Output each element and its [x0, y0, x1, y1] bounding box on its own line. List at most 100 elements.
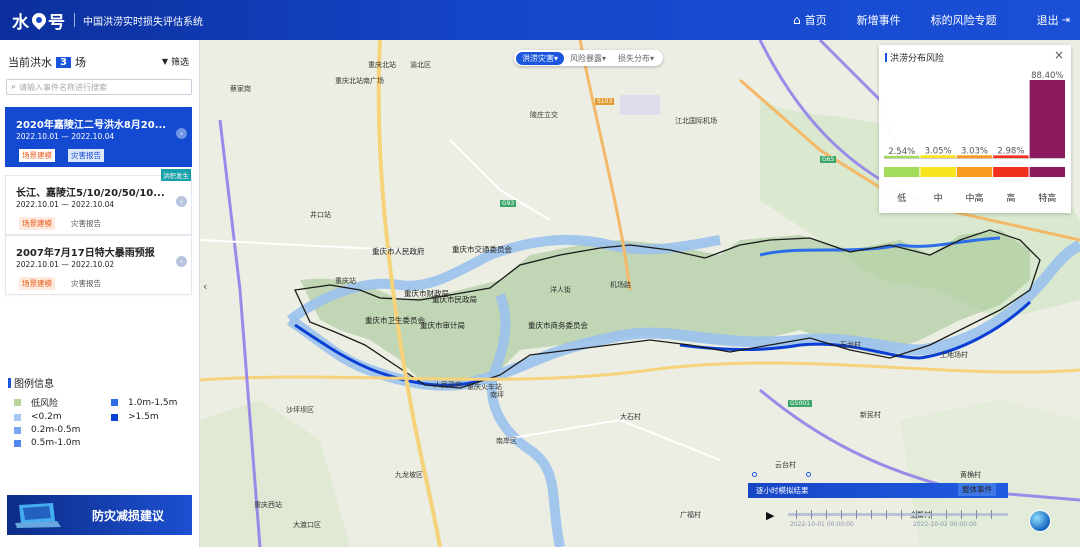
risk-value-label: 3.03% — [961, 146, 988, 156]
risk-bar-chart: 2.54% 低 3.05% 中 3.03% 中高 2.98% 高 88.40% 特高 — [884, 71, 1065, 204]
map-place-label: 渝北区 — [410, 61, 431, 69]
legend-item: <0.2m — [8, 412, 105, 422]
map-place-label: 新民村 — [860, 411, 881, 419]
nav-home-label: 首页 — [804, 14, 827, 27]
map-place-label: 重庆市卫生委员会 — [365, 316, 425, 325]
water-drop-icon — [29, 10, 49, 30]
disaster-report-tag[interactable]: 灾害报告 — [68, 277, 104, 290]
map-place-label: 石龙村 — [840, 341, 861, 349]
scene-model-tag[interactable]: 场景建模 — [19, 217, 55, 230]
scene-model-tag[interactable]: 场景建模 — [19, 149, 55, 162]
legend-swatch — [14, 426, 21, 434]
nav-target-risk[interactable]: 标的风险专题 — [931, 12, 997, 28]
main-nav: ⌂ 首页 新增事件 标的风险专题 — [793, 0, 1027, 40]
event-title: 2020年嘉陵江二号洪水8月20... — [16, 120, 166, 131]
risk-color-strip — [1029, 167, 1065, 177]
timeline-track[interactable] — [788, 510, 1008, 519]
chevron-right-icon[interactable]: › — [176, 128, 187, 139]
legend-label: >1.5m — [128, 412, 159, 422]
map-place-label: 重庆市人民政府 — [372, 247, 425, 256]
scene-model-tag[interactable]: 场景建模 — [19, 277, 55, 290]
disaster-advice-button[interactable]: 防灾减损建议 — [7, 495, 192, 535]
timeline-tick — [871, 510, 872, 519]
legend-item: 低风险 — [8, 396, 105, 409]
event-title: 长江、嘉陵江5/10/20/50/10... — [16, 188, 165, 199]
map-legend: 图例信息 低风险 1.0m-1.5m <0.2m >1.5m 0.2m-0.5m 0.5m… — [8, 375, 193, 448]
risk-category-label: 特高 — [1038, 192, 1056, 204]
risk-category-label: 中高 — [965, 192, 983, 204]
nav-home[interactable]: ⌂ 首页 — [793, 12, 827, 28]
timeline-tick — [916, 510, 917, 519]
app-subtitle: 中国洪涝实时损失评估系统 — [83, 16, 203, 28]
top-bar: 水 号 中国洪涝实时损失评估系统 ⌂ 首页 新增事件 标的风险专题 退出 ⇥ — [0, 0, 1080, 40]
timeline-tick — [886, 510, 887, 519]
collapse-sidebar-icon[interactable]: ‹ — [203, 280, 207, 293]
map-place-label: 广福村 — [680, 511, 701, 519]
map-layer-tabs: 洪涝灾害▾ 风险暴露▾ 损失分布▾ — [514, 50, 664, 66]
legend-item — [105, 425, 193, 435]
filter-icon: ▼ — [161, 57, 168, 66]
event-card-3[interactable]: 2007年7月17日特大暴雨预报 2022.10.01 — 2022.10.02… — [5, 235, 192, 295]
risk-title-text: 洪涝分布风险 — [890, 54, 945, 64]
globe-icon[interactable] — [1029, 510, 1051, 532]
event-card-2[interactable]: 洪积发生 长江、嘉陵江5/10/20/50/10... 2022.10.01 —… — [5, 169, 192, 235]
map-place-label: 重庆站 — [335, 277, 356, 285]
disaster-report-tag[interactable]: 灾害报告 — [68, 149, 104, 162]
map-place-label: 蔡家岗 — [230, 85, 251, 93]
map-place-label: 重庆市交通委员会 — [452, 245, 512, 254]
tab-risk-exposure[interactable]: 风险暴露▾ — [564, 52, 612, 65]
map-place-label: 重庆北站 — [368, 61, 396, 69]
logout-icon: ⇥ — [1061, 14, 1070, 26]
search-icon: ⌕ — [11, 82, 17, 92]
risk-color-strip — [993, 167, 1029, 177]
flood-risk-panel: 洪涝分布风险 × 2.54% 低 3.05% 中 3.03% 中高 2.98% 高 88.40%… — [879, 45, 1071, 213]
risk-category-label: 中 — [934, 192, 943, 204]
map-place-label: 大石村 — [620, 413, 641, 421]
risk-title-bar — [885, 53, 887, 62]
home-icon: ⌂ — [793, 13, 801, 27]
legend-item: 1.0m-1.5m — [105, 396, 193, 409]
event-title: 2007年7月17日特大暴雨预报 — [16, 248, 155, 259]
legend-label: 低风险 — [31, 399, 59, 409]
risk-category-label: 低 — [897, 192, 906, 204]
timeline-tick — [991, 510, 992, 519]
event-sidebar: 当前洪水 3 场 ▼ 筛选 ⌕ 2020年嘉陵江二号洪水8月20... 2022… — [0, 40, 200, 547]
chevron-right-icon[interactable]: › — [176, 196, 187, 207]
tab-loss-distribution[interactable]: 损失分布▾ — [612, 52, 660, 65]
app-logo[interactable]: 水 号 — [12, 8, 66, 33]
risk-category-label: 高 — [1006, 192, 1015, 204]
road-number-tag: G65 — [820, 156, 837, 163]
close-icon[interactable]: × — [1054, 48, 1064, 62]
timeline-handle-right[interactable] — [806, 472, 811, 477]
chevron-right-icon[interactable]: › — [176, 256, 187, 267]
event-date: 2022.10.01 — 2022.10.02 — [16, 260, 115, 269]
road-number-tag: G93 — [500, 200, 517, 207]
legend-swatch — [111, 399, 118, 406]
risk-panel-title: 洪涝分布风险 — [885, 51, 944, 64]
logout-button[interactable]: 退出 ⇥ — [1037, 12, 1070, 28]
event-count-suffix: 场 — [74, 56, 86, 69]
map-place-label: 黄桷村 — [960, 471, 981, 479]
whole-event-button[interactable]: 整体事件 — [958, 483, 996, 496]
play-icon[interactable]: ▶ — [766, 509, 774, 522]
nav-target-risk-label: 标的风险专题 — [930, 14, 997, 27]
event-search-input[interactable] — [19, 82, 180, 92]
event-status-badge: 洪积发生 — [161, 169, 191, 181]
timeline-handle-left[interactable] — [752, 472, 757, 477]
tab-flood-disaster[interactable]: 洪涝灾害▾ — [516, 51, 565, 65]
timeline-tick — [856, 510, 857, 519]
event-card-1[interactable]: 2020年嘉陵江二号洪水8月20... 2022.10.01 — 2022.10… — [5, 107, 192, 167]
map-place-label: 九龙坡区 — [395, 471, 423, 479]
legend-title-bar — [8, 377, 11, 388]
map-place-label: 洋人街 — [550, 286, 571, 294]
timeline-tick — [826, 510, 827, 519]
map-place-label: 机场路 — [610, 281, 631, 289]
event-count-header: 当前洪水 3 场 — [8, 54, 86, 70]
disaster-report-tag[interactable]: 灾害报告 — [68, 217, 104, 230]
legend-item: >1.5m — [105, 412, 193, 422]
legend-item: 0.2m-0.5m — [8, 425, 105, 435]
filter-button[interactable]: ▼ 筛选 — [162, 55, 189, 68]
risk-value-label: 2.98% — [997, 146, 1024, 156]
nav-new-event[interactable]: 新增事件 — [857, 12, 901, 28]
risk-bar — [1029, 80, 1065, 158]
